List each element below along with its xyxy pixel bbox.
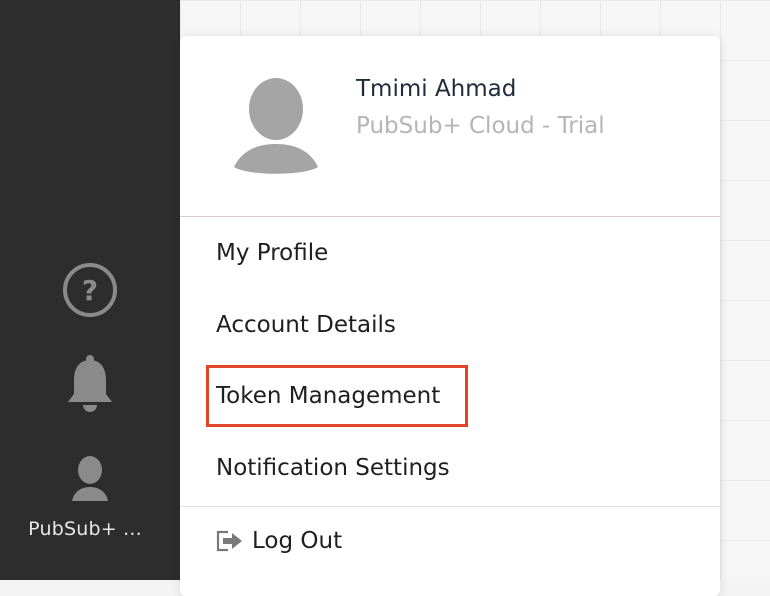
user-icon[interactable] <box>60 455 120 503</box>
user-name: Tmimi Ahmad <box>356 76 517 102</box>
user-menu: Tmimi Ahmad PubSub+ Cloud - Trial My Pro… <box>180 36 720 596</box>
avatar <box>234 78 318 180</box>
user-plan: PubSub+ Cloud - Trial <box>356 113 605 139</box>
logout-label: Log Out <box>252 528 343 554</box>
logout-button[interactable]: Log Out <box>216 528 342 554</box>
help-icon[interactable]: ? <box>60 262 120 318</box>
logout-icon <box>216 529 244 553</box>
menu-item-token-management[interactable]: Token Management <box>216 383 440 409</box>
menu-item-notification-settings[interactable]: Notification Settings <box>216 455 450 481</box>
divider <box>180 216 720 217</box>
menu-item-my-profile[interactable]: My Profile <box>216 240 328 266</box>
account-label[interactable]: PubSub+ ... <box>0 518 170 540</box>
divider <box>180 506 720 507</box>
sidebar: ? PubSub+ ... <box>0 0 180 580</box>
svg-text:?: ? <box>82 274 98 307</box>
bell-icon[interactable] <box>60 354 120 416</box>
profile-header: Tmimi Ahmad PubSub+ Cloud - Trial <box>180 36 720 216</box>
menu-item-account-details[interactable]: Account Details <box>216 312 396 338</box>
